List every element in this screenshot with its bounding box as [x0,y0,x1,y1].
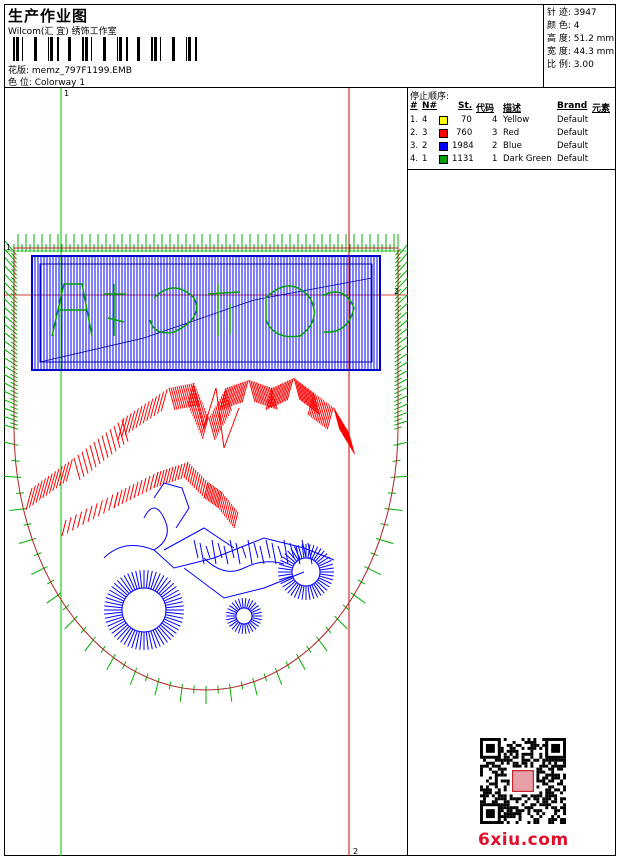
color-swatch [439,155,448,164]
color-swatch [439,129,448,138]
design-height: 高 度: 51.2 mm [547,34,615,44]
col-header-index: # [410,101,418,111]
design-scale: 比 例: 3.00 [547,60,594,70]
color-swatch [439,142,448,151]
header-info: 生产作业图 Wilcom(汇 宜) 绣饰工作室 花版: memz_797F119… [4,4,544,88]
stitch-count: 针 迹: 3947 [547,8,597,18]
left-marker: 1 [6,243,11,252]
col-header-code: 代码 [476,104,495,114]
col-header-element: 元素 [592,104,611,114]
sheet-title: 生产作业图 [8,7,89,25]
stop-sequence-table: 停止顺序: # N# St. 代码 描述 Brand 元素 1. 4 70 4 … [408,88,616,170]
blue-motorcycle [103,482,335,650]
col-header-brand: Brand [557,101,588,111]
watermark-site: 6xiu.com [478,830,569,850]
color-swatch [439,116,448,125]
table-row: 4. 1 1131 1 Dark Green Default [410,154,589,164]
table-row: 3. 2 1984 2 Blue Default [410,141,589,151]
top-marker: 1 [64,89,69,98]
bottom-marker: 2 [353,847,358,856]
table-row: 1. 4 70 4 Yellow Default [410,115,589,125]
col-header-desc: 描述 [503,104,522,114]
red-mountains [25,377,355,537]
design-preview: 1 1 2 2 [0,88,412,856]
color-count: 颜 色: 4 [547,21,580,31]
col-header-needle: N# [422,101,438,111]
design-width: 宽 度: 44.3 mm [547,47,615,57]
blue-banner [31,255,381,371]
design-stats: 针 迹: 3947 颜 色: 4 高 度: 51.2 mm 宽 度: 44.3 … [544,4,616,88]
right-marker: 2 [394,287,399,296]
col-header-stitches: St. [458,101,473,111]
colorway-label: 色 位: Colorway 1 [8,78,86,88]
studio-subtitle: Wilcom(汇 宜) 绣饰工作室 [8,27,117,37]
table-row: 2. 3 760 3 Red Default [410,128,589,138]
embroidery-preview: 1 1 2 2 [0,88,412,856]
barcode [13,37,197,61]
qr-code [480,738,566,824]
